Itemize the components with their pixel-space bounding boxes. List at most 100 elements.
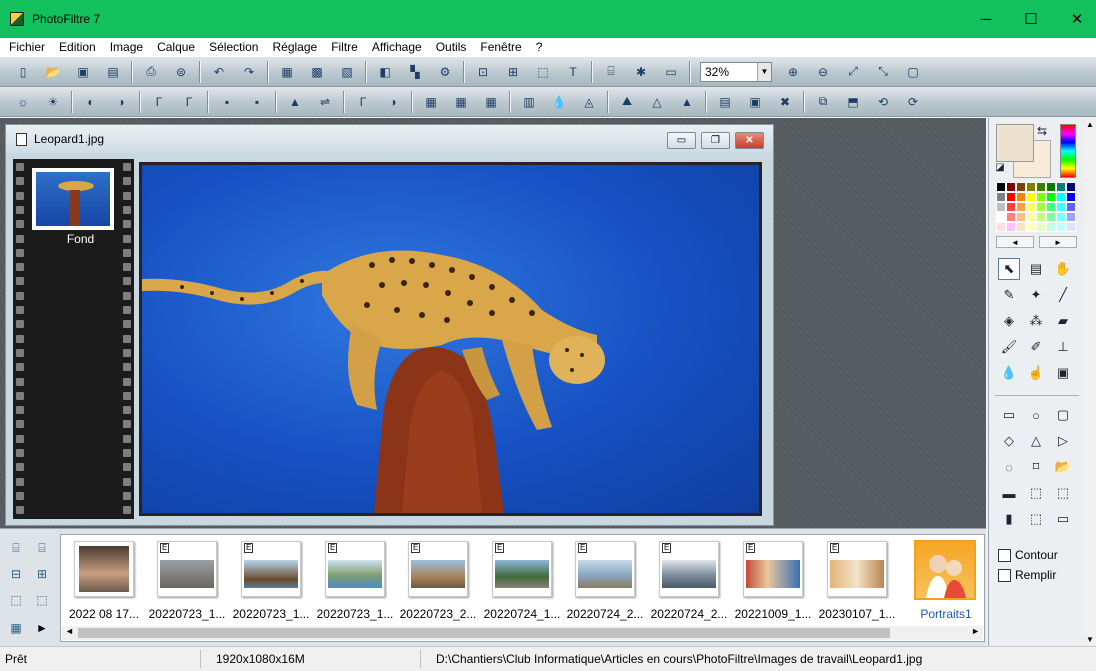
grayscale-icon[interactable]: ▦ [421, 92, 441, 112]
menu-filtre[interactable]: Filtre [324, 38, 365, 57]
palette-swatch[interactable] [1066, 202, 1076, 212]
zoom-in-icon[interactable]: ⊕ [783, 62, 803, 82]
crop-selection-icon[interactable]: ⬚ [1025, 508, 1047, 530]
scroll-right-icon[interactable]: ► [971, 626, 980, 636]
advanced-brush-icon[interactable]: ✐ [1025, 336, 1047, 358]
blur-icon[interactable]: 💧 [549, 92, 569, 112]
text-tool-icon[interactable]: T [563, 62, 583, 82]
palette-swatch[interactable] [1056, 182, 1066, 192]
palette-swatch[interactable] [996, 212, 1006, 222]
palette-swatch[interactable] [1036, 202, 1046, 212]
attenuate-icon[interactable]: ▥ [519, 92, 539, 112]
open-shape-icon[interactable]: 📂 [1052, 456, 1074, 478]
palette-swatch[interactable] [1066, 212, 1076, 222]
thumbnail[interactable]: E [492, 541, 552, 597]
brightness-minus-icon[interactable]: ☼ [13, 92, 33, 112]
palette-prev-icon[interactable]: ◄ [996, 236, 1034, 248]
explorer-tree-icon[interactable]: ⌸ [5, 537, 27, 559]
clone-icon[interactable]: ▣ [1052, 362, 1074, 384]
palette-swatch[interactable] [1066, 192, 1076, 202]
saturation-minus-icon[interactable]: ▪ [217, 92, 237, 112]
brush-icon[interactable]: 🖌 [998, 336, 1020, 358]
explorer-scrollbar[interactable]: ◄ ► [62, 626, 983, 640]
magic-wand-icon[interactable]: ✦ [1025, 284, 1047, 306]
selection-column-icon[interactable]: ▮ [998, 508, 1020, 530]
palette-swatch[interactable] [1056, 222, 1066, 232]
explorer-play-icon[interactable]: ► [31, 617, 53, 639]
thumbnail[interactable]: E [325, 541, 385, 597]
zoom-select[interactable]: 32% ▼ [700, 61, 772, 82]
actual-size-icon[interactable]: ⤡ [873, 62, 893, 82]
auto-contrast-icon[interactable]: ◑ [383, 92, 403, 112]
save-all-icon[interactable]: ▤ [103, 62, 123, 82]
palette-swatch[interactable] [1046, 202, 1056, 212]
right-triangle-shape-icon[interactable]: ▷ [1052, 430, 1074, 452]
minimize-button[interactable]: ─ [963, 0, 1009, 38]
fullscreen-icon[interactable]: ▢ [903, 62, 923, 82]
palette-swatch[interactable] [1066, 182, 1076, 192]
color-palette[interactable] [996, 182, 1076, 232]
checkbox-box[interactable] [998, 548, 1011, 562]
palette-swatch[interactable] [1006, 192, 1016, 202]
selection-rect-icon[interactable]: ⬚ [533, 62, 553, 82]
palette-swatch[interactable] [1016, 192, 1026, 202]
sepia-icon[interactable]: ▦ [451, 92, 471, 112]
rotate-right-icon[interactable]: ⟳ [903, 92, 923, 112]
rectangle-shape-icon[interactable]: ▭ [998, 404, 1020, 426]
doc-minimize-button[interactable]: ▭ [667, 132, 696, 149]
palette-swatch[interactable] [1046, 212, 1056, 222]
triangle-shape-icon[interactable]: △ [1025, 430, 1047, 452]
palette-swatch[interactable] [1056, 202, 1066, 212]
foreground-color-swatch[interactable] [996, 124, 1034, 162]
copy-image-icon[interactable]: ▦ [277, 62, 297, 82]
ratio-32-icon[interactable]: ⬚ [1052, 482, 1074, 504]
palette-swatch[interactable] [996, 222, 1006, 232]
explorer-grid-icon[interactable]: ▦ [5, 617, 27, 639]
image-size-icon[interactable]: ⊡ [473, 62, 493, 82]
diamond-shape-icon[interactable]: ◇ [998, 430, 1020, 452]
palette-swatch[interactable] [1016, 222, 1026, 232]
redo-icon[interactable]: ↷ [239, 62, 259, 82]
eyedropper-icon[interactable]: ✎ [998, 284, 1020, 306]
finger-icon[interactable]: ☝ [1025, 362, 1047, 384]
menu-image[interactable]: Image [103, 38, 150, 57]
sharpen-icon[interactable]: ◬ [579, 92, 599, 112]
ellipse-shape-icon[interactable]: ○ [1025, 404, 1047, 426]
thumbnail[interactable]: E [659, 541, 719, 597]
chevron-down-icon[interactable]: ▼ [757, 62, 771, 81]
paste-layer-icon[interactable]: ▧ [337, 62, 357, 82]
menu-reglage[interactable]: Réglage [265, 38, 324, 57]
palette-swatch[interactable] [1036, 212, 1046, 222]
palette-swatch[interactable] [996, 202, 1006, 212]
document-title-bar[interactable]: Leopard1.jpg ▭ ❐ ✕ [6, 125, 773, 153]
swap-colors-icon[interactable]: ⇆ [1033, 122, 1051, 140]
spray-icon[interactable]: ⁂ [1025, 310, 1047, 332]
palette-swatch[interactable] [1026, 222, 1036, 232]
selection-fixed-icon[interactable]: ▬ [998, 482, 1020, 504]
layer-thumbnail[interactable] [32, 168, 114, 230]
levels-icon[interactable]: ▲ [285, 92, 305, 112]
reset-colors-icon[interactable]: ◪ [993, 160, 1007, 174]
twain-icon[interactable]: ⊜ [171, 62, 191, 82]
paste-image-icon[interactable]: ▩ [307, 62, 327, 82]
palette-swatch[interactable] [1026, 192, 1036, 202]
blur-drop-icon[interactable]: 💧 [998, 362, 1020, 384]
gamma-minus-icon[interactable]: Γ [149, 92, 169, 112]
gamma-plus-icon[interactable]: Γ [179, 92, 199, 112]
palette-swatch[interactable] [1006, 222, 1016, 232]
palette-swatch[interactable] [1026, 202, 1036, 212]
menu-affichage[interactable]: Affichage [365, 38, 429, 57]
palette-scrollbar[interactable]: ▲ ▼ [1084, 118, 1096, 646]
doc-maximize-button[interactable]: ❐ [701, 132, 730, 149]
accentuate-icon[interactable]: ▲ [677, 92, 697, 112]
menu-fichier[interactable]: Fichier [2, 38, 52, 57]
layer-manager-icon[interactable]: ▤ [1025, 258, 1047, 280]
gradient-icon[interactable]: ◧ [375, 62, 395, 82]
rotate-left-icon[interactable]: ⟲ [873, 92, 893, 112]
maximize-button[interactable]: ☐ [1008, 0, 1054, 38]
color-mask-icon[interactable]: ▚ [405, 62, 425, 82]
thumbnail[interactable] [74, 541, 134, 597]
palette-swatch[interactable] [996, 192, 1006, 202]
palette-swatch[interactable] [1036, 222, 1046, 232]
canvas-size-icon[interactable]: ⊞ [503, 62, 523, 82]
